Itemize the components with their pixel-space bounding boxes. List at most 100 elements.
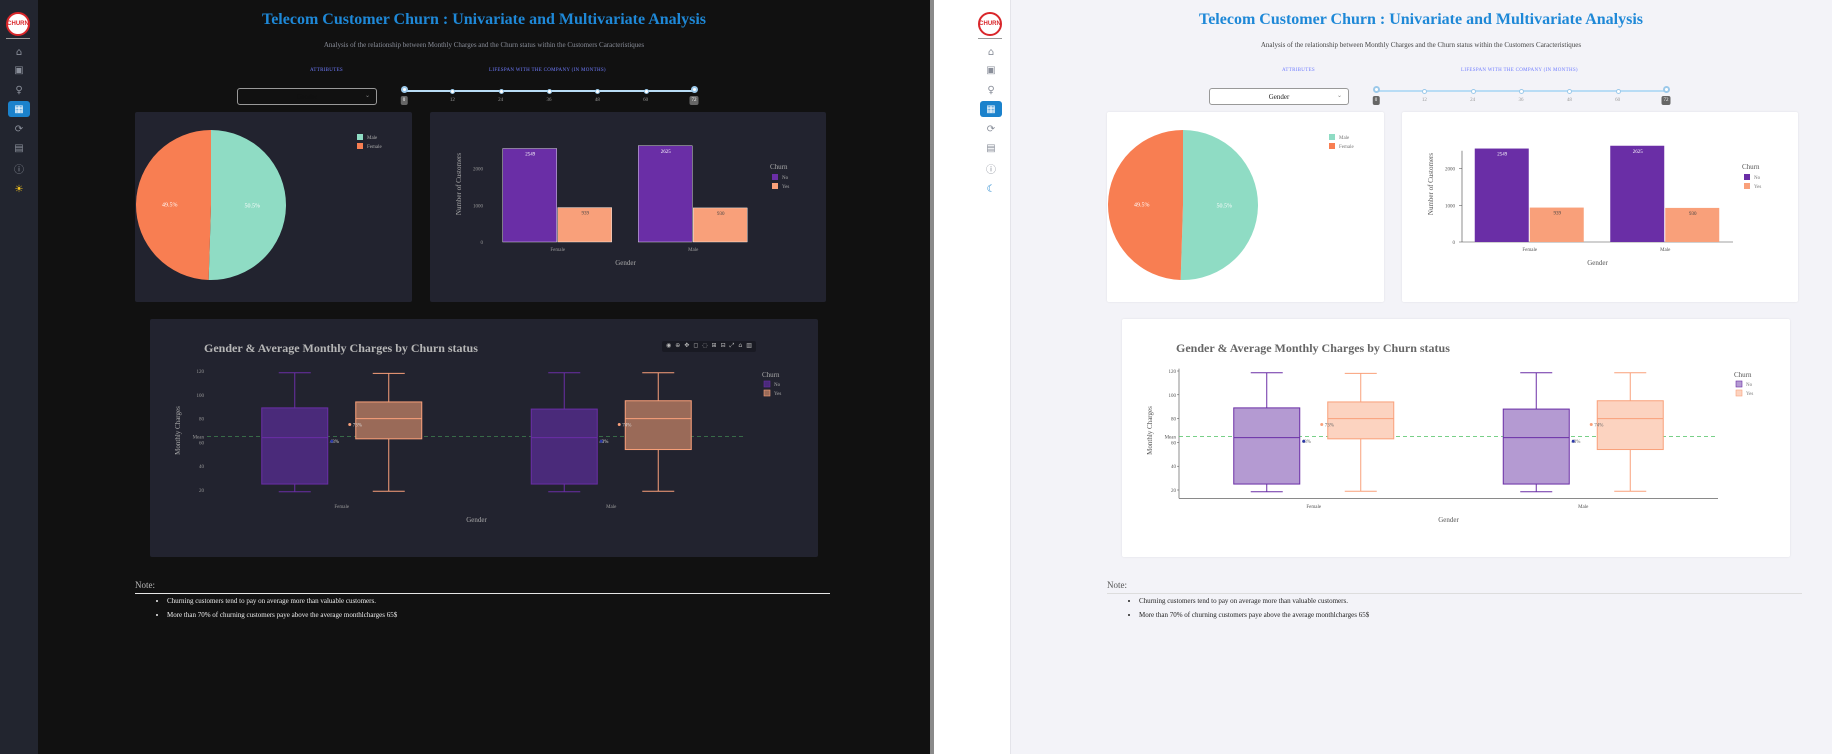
plotly-icon[interactable]: ▥ — [746, 342, 752, 351]
attributes-label: ATTRIBUTES — [310, 68, 343, 73]
y-tick-label: 100 — [1169, 394, 1177, 399]
y-tick-label: 1000 — [473, 204, 484, 209]
info-icon[interactable]: ⓘ — [980, 160, 1002, 176]
x-tick-label: Female — [1522, 248, 1537, 253]
zoom-icon[interactable]: ⊕ — [675, 342, 680, 351]
slider-tick-label: 12 — [449, 98, 455, 103]
annotation-label: 74% — [622, 424, 631, 429]
annotation-marker — [1571, 439, 1575, 443]
profile-icon[interactable]: ▣ — [980, 62, 1002, 78]
box-plot-card: Gender & Average Monthly Charges by Chur… — [150, 319, 818, 557]
reset-icon[interactable]: ⌂ — [738, 342, 742, 351]
dark-theme-pane: CHURN ⌂ ▣ ♀ ▦ ⟳ ▤ ⓘ ☀ Telecom Customer Churn : … — [0, 0, 930, 754]
slider-stop — [595, 89, 601, 94]
attribute-dropdown[interactable]: Gender ⌄ — [1209, 88, 1349, 105]
legend-swatch — [763, 389, 771, 397]
y-tick-label: 40 — [1171, 465, 1177, 470]
annotation-label: 74% — [1594, 424, 1603, 429]
info-icon[interactable]: ⓘ — [8, 160, 30, 176]
legend-swatch — [1744, 174, 1750, 180]
camera-icon[interactable]: ◉ — [666, 342, 671, 351]
profile-icon[interactable]: ▣ — [8, 62, 30, 78]
slider-value-badge: 0 — [1372, 96, 1380, 105]
document-icon[interactable]: ▤ — [980, 140, 1002, 156]
note-divider — [135, 593, 830, 594]
churn-bar-chart: 0 1000 2000 2549 939 Female 2625 930 Male Gender N… — [1427, 145, 1761, 267]
legend-label: Female — [367, 145, 382, 150]
refresh-icon[interactable]: ⟳ — [980, 121, 1002, 137]
legend-title: Churn — [762, 371, 780, 379]
box-plot-title: Gender & Average Monthly Charges by Chur… — [204, 341, 478, 355]
legend-swatch — [1744, 183, 1750, 189]
gender-pie-chart: 50.5% 49.5% Male Female — [1107, 130, 1354, 280]
legend-label: No — [774, 383, 781, 388]
slider-end-handle[interactable] — [1662, 86, 1670, 93]
y-tick-label: 0 — [1453, 241, 1456, 246]
annotation-marker — [617, 423, 621, 427]
x-tick-label: Female — [1306, 505, 1321, 510]
annotation-marker — [1589, 423, 1593, 427]
zoom-out-icon[interactable]: ⊟ — [721, 342, 726, 351]
y-tick-label: 120 — [1169, 370, 1177, 375]
note-divider — [1107, 593, 1802, 594]
bar-value-label: 930 — [717, 212, 725, 217]
slider-stop — [547, 89, 552, 94]
home-icon[interactable]: ⌂ — [980, 44, 1002, 60]
slider-tick-label: 24 — [1470, 98, 1476, 103]
home-icon[interactable]: ⌂ — [8, 44, 30, 60]
lifespan-range-slider[interactable]: 12 24 36 48 60 0 72 — [400, 86, 699, 109]
box-select-icon[interactable]: ◻ — [693, 342, 698, 351]
legend-swatch — [1735, 389, 1743, 397]
slider-start-handle[interactable] — [400, 86, 408, 93]
legend-label: Yes — [774, 392, 781, 397]
document-icon[interactable]: ▤ — [8, 140, 30, 156]
legend-swatch — [1735, 380, 1743, 388]
legend-label: Female — [1339, 145, 1354, 150]
logo-divider — [978, 38, 1002, 39]
autoscale-icon[interactable]: ⤢ — [730, 342, 735, 351]
slider-tick-label: 48 — [594, 98, 600, 103]
logo-text: CHURN — [979, 21, 1001, 27]
churn-logo[interactable]: CHURN — [6, 12, 30, 36]
slider-start-handle[interactable] — [1372, 86, 1380, 93]
zoom-in-icon[interactable]: ⊞ — [712, 342, 717, 351]
main-content: Telecom Customer Churn : Univariate and … — [38, 0, 930, 754]
churn-bar-card: 0 1000 2000 2549 939 Female 2625 930 Male Gender N… — [430, 112, 826, 302]
slider-end-handle[interactable] — [690, 86, 698, 93]
y-tick-label: 2000 — [1445, 168, 1456, 173]
bar-no-female — [502, 148, 557, 243]
y-tick-label: 80 — [1171, 418, 1177, 423]
annotation-marker — [1320, 423, 1324, 427]
box-yes-male — [1596, 400, 1664, 451]
slider-value-badge: 72 — [689, 96, 699, 105]
x-tick-label: Male — [688, 248, 699, 253]
dashboard-icon[interactable]: ▦ — [980, 101, 1002, 117]
lightbulb-icon[interactable]: ♀ — [980, 82, 1002, 98]
annotation-marker — [599, 439, 603, 443]
y-tick-label: 60 — [199, 441, 205, 446]
lasso-icon[interactable]: ◌ — [702, 342, 707, 351]
legend-title: Churn — [770, 163, 788, 171]
lifespan-range-slider[interactable]: 12 24 36 48 60 0 72 — [1372, 86, 1671, 109]
slider-value-badge: 0 — [400, 96, 408, 105]
box-plot-title: Gender & Average Monthly Charges by Chur… — [1176, 341, 1450, 355]
refresh-icon[interactable]: ⟳ — [8, 121, 30, 137]
churn-bar-card: 0 1000 2000 2549 939 Female 2625 930 Male Gender N… — [1402, 112, 1798, 302]
dashboard-icon[interactable]: ▦ — [8, 101, 30, 117]
x-axis-label: Gender — [1587, 259, 1608, 267]
attribute-dropdown[interactable]: Gender ⌄ — [237, 88, 377, 105]
annotation-marker — [330, 439, 334, 443]
sun-icon[interactable]: ☀ — [8, 181, 30, 197]
pane-gap — [934, 0, 972, 754]
churn-logo[interactable]: CHURN — [978, 12, 1002, 36]
pan-icon[interactable]: ✥ — [684, 342, 689, 351]
x-axis-label: Gender — [466, 516, 487, 524]
y-tick-label: 0 — [481, 241, 484, 246]
box-no-male — [1502, 408, 1570, 485]
legend-swatch — [357, 143, 363, 149]
lightbulb-icon[interactable]: ♀ — [8, 82, 30, 98]
box-no-male — [530, 408, 598, 485]
lifespan-label: LIFESPAN WITH THE COMPANY (IN MONTHS) — [1461, 68, 1578, 73]
moon-icon[interactable]: ☾ — [980, 181, 1002, 197]
annotation-label: 73% — [1325, 424, 1334, 429]
